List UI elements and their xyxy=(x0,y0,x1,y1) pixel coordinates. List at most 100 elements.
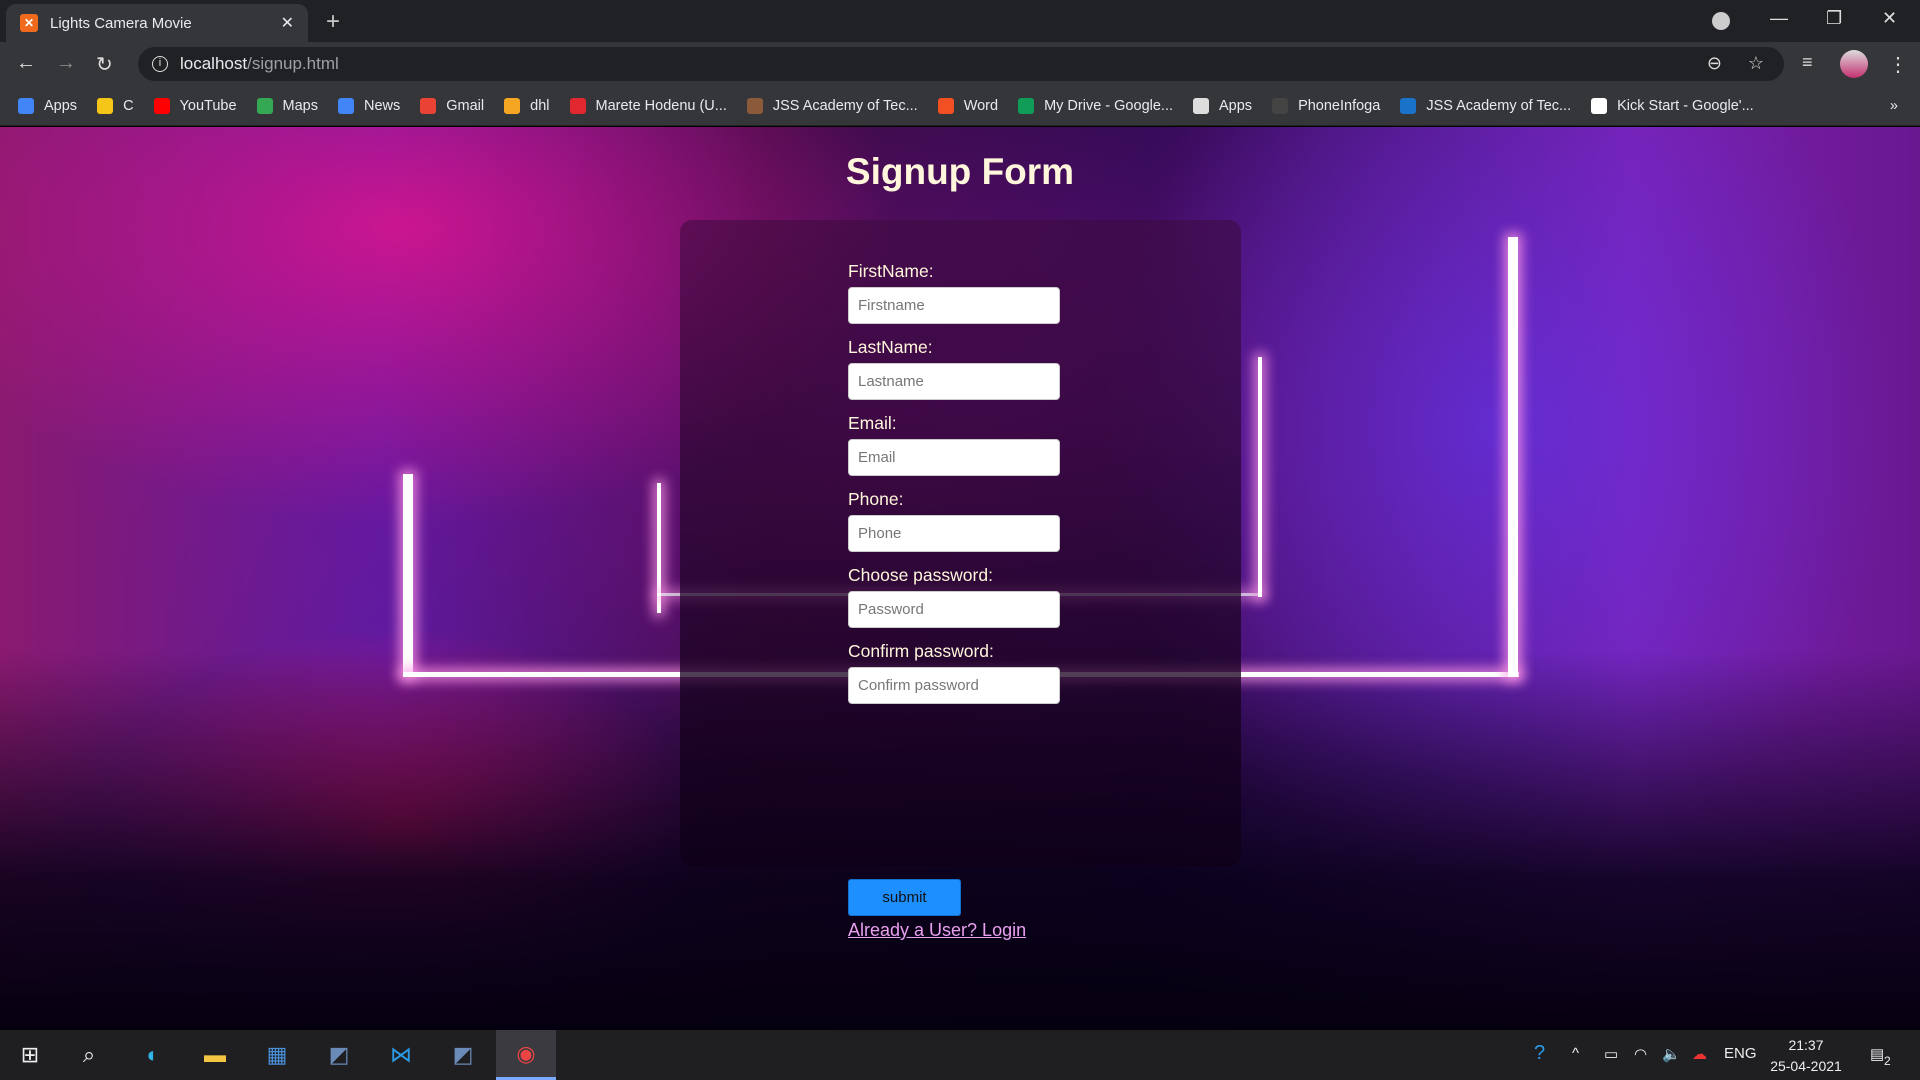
browser-tab[interactable]: ✕ Lights Camera Movie ✕ xyxy=(6,4,308,42)
file-explorer-icon[interactable]: ▬ xyxy=(198,1038,232,1072)
submit-button[interactable]: submit xyxy=(848,879,961,916)
restore-button[interactable]: ❐ xyxy=(1826,8,1842,29)
bookmark-label: Apps xyxy=(44,97,78,114)
wifi-icon[interactable]: ◠ xyxy=(1634,1045,1647,1063)
form-field: Choose password: xyxy=(848,565,1060,628)
bookmark-star-icon[interactable]: ☆ xyxy=(1748,53,1764,74)
clock[interactable]: 21:37 25-04-2021 xyxy=(1766,1035,1846,1077)
dhl-icon xyxy=(504,97,521,114)
bookmark-item[interactable]: Kick Start - Google'... xyxy=(1591,97,1754,114)
bookmark-item[interactable]: dhl xyxy=(504,97,550,114)
url-host: localhost xyxy=(180,54,248,73)
tab-bar: ✕ Lights Camera Movie ✕ + — ❐ ✕ xyxy=(0,0,1920,42)
codechef-icon xyxy=(97,97,114,114)
vscode-icon[interactable]: ⋈ xyxy=(384,1038,418,1072)
google-icon xyxy=(1591,97,1608,114)
bookmark-label: Maps xyxy=(282,97,318,114)
bookmark-label: Kick Start - Google'... xyxy=(1617,97,1754,114)
browser-toolbar: ← → ↻ i localhost/signup.html ⊖ ☆ ≡ ⋮ xyxy=(0,42,1920,86)
confirm-password-input[interactable] xyxy=(848,667,1060,704)
field-label: Confirm password: xyxy=(848,641,994,661)
field-label: FirstName: xyxy=(848,261,934,281)
notification-icon[interactable]: ▤ xyxy=(1870,1045,1884,1063)
news-icon xyxy=(338,97,354,114)
help-icon[interactable]: ? xyxy=(1534,1042,1545,1065)
new-tab-button[interactable]: + xyxy=(326,8,340,36)
close-window-button[interactable]: ✕ xyxy=(1882,8,1897,29)
field-label: Email: xyxy=(848,413,897,433)
password-input[interactable] xyxy=(848,591,1060,628)
search-icon[interactable]: ⌕ xyxy=(72,1038,106,1072)
bookmark-item[interactable]: JSS Academy of Tec... xyxy=(746,97,918,114)
taskbar: ⊞ ⌕ ◐ ▬ ▦ ◩ ⋈ ◩ ◉ ? ^ ▭ ◠ 🔈 ☁ ENG 21:37 … xyxy=(0,1030,1920,1080)
email-input[interactable] xyxy=(848,439,1060,476)
back-button[interactable]: ← xyxy=(16,52,36,75)
s-icon xyxy=(1400,97,1417,114)
maps-icon xyxy=(256,97,273,114)
bookmark-label: Marete Hodenu (U... xyxy=(595,97,727,114)
bookmark-label: JSS Academy of Tec... xyxy=(1426,97,1572,114)
mysql-workbench-icon[interactable]: ◩ xyxy=(322,1038,356,1072)
bookmark-item[interactable]: My Drive - Google... xyxy=(1018,97,1173,114)
menu-icon[interactable]: ⋮ xyxy=(1888,52,1908,77)
apps-grid-icon xyxy=(1193,97,1209,114)
neon-light xyxy=(1258,357,1262,597)
phone-input[interactable] xyxy=(848,515,1060,552)
bookmark-item[interactable]: Word xyxy=(937,97,999,114)
form-field: Email: xyxy=(848,413,1060,476)
microsoft-icon xyxy=(937,97,954,114)
address-bar[interactable]: i localhost/signup.html ⊖ ☆ xyxy=(138,47,1784,81)
xampp-favicon-icon: ✕ xyxy=(20,14,38,32)
time: 21:37 xyxy=(1788,1037,1824,1053)
bookmark-item[interactable]: Apps xyxy=(1193,97,1253,114)
forward-button[interactable]: → xyxy=(56,52,76,75)
more-bookmarks-button[interactable]: » xyxy=(1890,98,1898,114)
bookmark-label: PhoneInfoga xyxy=(1298,97,1381,114)
bookmark-item[interactable]: News xyxy=(338,97,401,114)
site-info-icon[interactable]: i xyxy=(152,56,168,72)
tab-search-icon[interactable] xyxy=(1712,12,1730,30)
bookmark-label: News xyxy=(364,97,401,114)
bookmark-label: Word xyxy=(963,97,999,114)
start-icon[interactable]: ⊞ xyxy=(13,1038,47,1072)
login-link[interactable]: Already a User? Login xyxy=(848,920,1026,941)
bookmark-item[interactable]: C xyxy=(97,97,134,114)
show-hidden-icons[interactable]: ^ xyxy=(1572,1045,1579,1062)
bookmark-item[interactable]: YouTube xyxy=(153,97,237,114)
firstname-input[interactable] xyxy=(848,287,1060,324)
fingerprint-icon xyxy=(1272,97,1289,114)
bookmark-label: Gmail xyxy=(446,97,485,114)
form-field: LastName: xyxy=(848,337,1060,400)
bookmark-item[interactable]: JSS Academy of Tec... xyxy=(1400,97,1572,114)
zoom-icon[interactable]: ⊖ xyxy=(1707,53,1722,74)
form-field: Confirm password: xyxy=(848,641,1060,704)
bookmark-item[interactable]: Gmail xyxy=(420,97,485,114)
volume-icon[interactable]: 🔈 xyxy=(1662,1045,1681,1063)
reload-button[interactable]: ↻ xyxy=(96,52,113,77)
chrome-icon[interactable]: ◉ xyxy=(496,1030,556,1080)
meet-now-icon[interactable]: ▭ xyxy=(1604,1045,1618,1063)
edge-icon[interactable]: ◐ xyxy=(136,1038,170,1072)
bookmark-item[interactable]: PhoneInfoga xyxy=(1272,97,1381,114)
field-label: LastName: xyxy=(848,337,933,357)
onedrive-error-icon[interactable]: ☁ xyxy=(1692,1045,1707,1063)
lastname-input[interactable] xyxy=(848,363,1060,400)
bookmark-label: Apps xyxy=(1219,97,1253,114)
media-control-icon[interactable]: ≡ xyxy=(1802,52,1813,73)
bookmarks-bar: Apps C YouTube Maps News Gmail dhl Marete Hoden… xyxy=(0,86,1920,126)
bookmark-item[interactable]: Maps xyxy=(256,97,318,114)
field-label: Choose password: xyxy=(848,565,993,585)
bookmark-label: My Drive - Google... xyxy=(1044,97,1173,114)
bookmark-label: dhl xyxy=(530,97,550,114)
profile-avatar[interactable] xyxy=(1840,50,1868,78)
minimize-button[interactable]: — xyxy=(1770,8,1788,29)
bookmark-item[interactable]: Apps xyxy=(18,97,78,114)
bookmark-label: C xyxy=(123,97,134,114)
bookmark-label: YouTube xyxy=(179,97,237,114)
close-tab-icon[interactable]: ✕ xyxy=(281,13,294,33)
mysql-workbench-icon[interactable]: ◩ xyxy=(446,1038,480,1072)
store-icon[interactable]: ▦ xyxy=(260,1038,294,1072)
form-field: FirstName: xyxy=(848,261,1060,324)
bookmark-item[interactable]: Marete Hodenu (U... xyxy=(569,97,727,114)
language-indicator[interactable]: ENG xyxy=(1724,1045,1757,1062)
